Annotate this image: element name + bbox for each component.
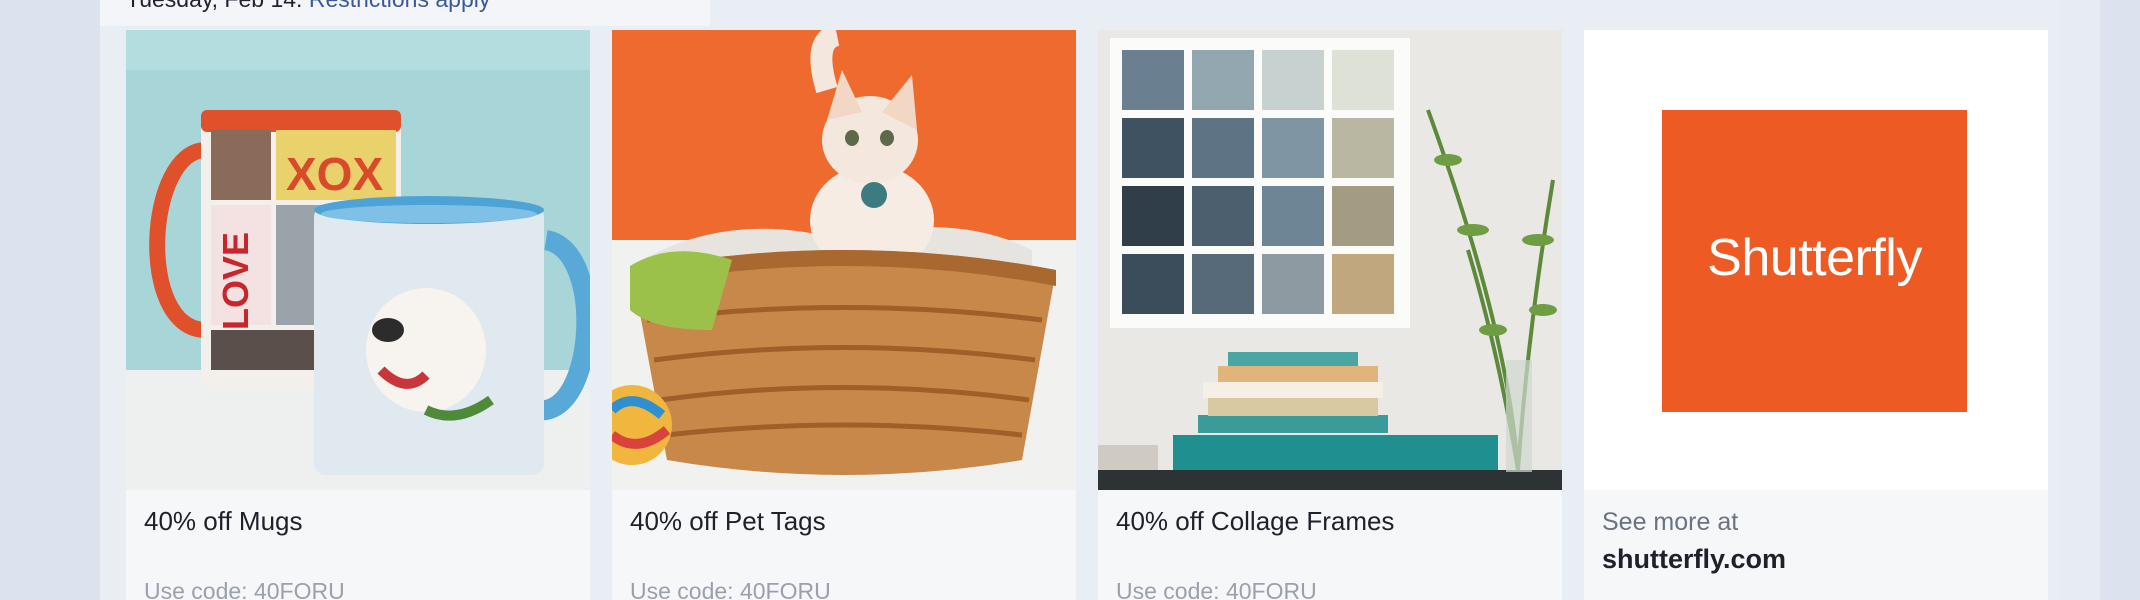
see-more-label: See more at xyxy=(1602,508,1739,536)
collage-frames-image[interactable] xyxy=(1098,30,1562,490)
carousel-card-collage-frames[interactable]: 40% off Collage Frames Use code: 40FORU xyxy=(1098,30,1562,600)
card-code: Use code: 40FORU xyxy=(630,578,831,600)
post-text-date: Tuesday, Feb 14. xyxy=(126,0,302,12)
pet-tags-image[interactable] xyxy=(612,30,1076,490)
carousel-card-mugs[interactable]: XOX LOVE 40% off Mugs Use code: 40FORU xyxy=(126,30,590,600)
card-code: Use code: 40FORU xyxy=(1116,578,1317,600)
code-value: 40FORU xyxy=(739,578,831,600)
card-title: 40% off Pet Tags xyxy=(630,506,826,536)
code-label: Use code: xyxy=(144,578,248,600)
restrictions-link[interactable]: Restrictions apply xyxy=(302,0,491,12)
carousel-card-see-more[interactable]: Shutterfly See more at shutterfly.com xyxy=(1584,30,2048,600)
carousel-card-pet-tags[interactable]: 40% off Pet Tags Use code: 40FORU xyxy=(612,30,1076,600)
svg-text:XOX: XOX xyxy=(286,148,383,200)
card-title: 40% off Mugs xyxy=(144,506,303,536)
card-title: 40% off Collage Frames xyxy=(1116,506,1395,536)
post-text-line: Tuesday, Feb 14.Restrictions apply xyxy=(126,0,490,13)
svg-text:LOVE: LOVE xyxy=(215,232,256,330)
post-text: Tuesday, Feb 14.Restrictions apply xyxy=(100,0,710,26)
code-value: 40FORU xyxy=(253,578,345,600)
logo-text: Shutterfly xyxy=(1707,229,1922,287)
sponsored-post: Tuesday, Feb 14.Restrictions apply XOX L… xyxy=(100,0,2060,600)
see-more-media[interactable]: Shutterfly xyxy=(1584,30,2048,490)
code-label: Use code: xyxy=(1116,578,1220,600)
code-label: Use code: xyxy=(630,578,734,600)
code-value: 40FORU xyxy=(1225,578,1317,600)
mugs-image[interactable]: XOX LOVE xyxy=(126,30,590,490)
shutterfly-logo: Shutterfly xyxy=(1662,110,1967,412)
see-more-link[interactable]: shutterfly.com xyxy=(1602,544,1786,575)
card-code: Use code: 40FORU xyxy=(144,578,345,600)
